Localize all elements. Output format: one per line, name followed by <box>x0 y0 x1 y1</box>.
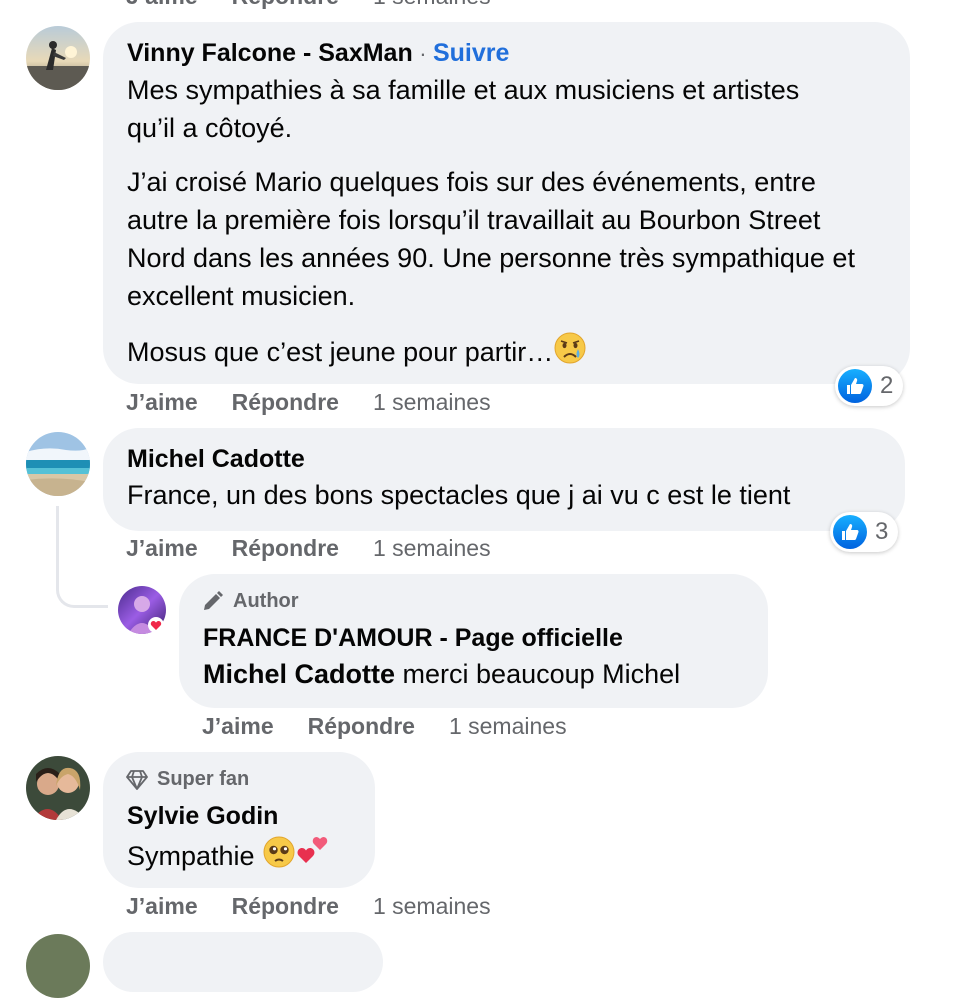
comment-bubble: Super fan Sylvie Godin Sympathie <box>103 752 375 888</box>
comment-author[interactable]: Vinny Falcone - SaxMan <box>127 39 413 67</box>
comment-text: France, un des bons spectacles que j ai … <box>127 480 791 510</box>
reply-link[interactable]: Répondre <box>232 389 339 415</box>
thumbs-up-icon <box>833 515 867 549</box>
comment-paragraph: Mes sympathies à sa famille et aux music… <box>127 75 800 143</box>
crying-face-icon <box>553 331 587 375</box>
like-link[interactable]: J’aime <box>202 713 274 739</box>
comment-actions-partial: J’aime Répondre 1 semaines <box>126 0 491 10</box>
mention-link[interactable]: Michel Cadotte <box>203 659 395 689</box>
follow-link[interactable]: Suivre <box>433 39 509 67</box>
comment-actions: J’aime Répondre 1 semaines <box>126 535 491 562</box>
pencil-icon <box>201 589 225 613</box>
reply-bubble: Author FRANCE D'AMOUR - Page officielle … <box>179 574 768 708</box>
reaction-summary[interactable]: 3 <box>830 512 899 552</box>
reply-link[interactable]: Répondre <box>232 0 339 9</box>
timestamp: 1 semaines <box>372 535 491 561</box>
comment-paragraph: J’ai croisé Mario quelques fois sur des … <box>127 167 855 311</box>
comment-paragraph: Mosus que c’est jeune pour partir… <box>127 337 554 367</box>
comment-bubble: Michel Cadotte France, un des bons spect… <box>103 428 905 531</box>
reaction-count: 3 <box>875 518 889 545</box>
comment-actions: J’aime Répondre 1 semaines <box>126 893 491 920</box>
avatar[interactable] <box>26 756 90 820</box>
two-hearts-icon <box>296 833 330 877</box>
author-badge: Author <box>233 589 299 612</box>
reply-author[interactable]: FRANCE D'AMOUR - Page officielle <box>203 624 623 653</box>
timestamp: 1 semaines <box>373 0 491 9</box>
thread-connector <box>56 506 108 608</box>
like-link[interactable]: J’aime <box>126 893 198 919</box>
reaction-summary[interactable]: 2 <box>835 366 904 406</box>
like-link[interactable]: J’aime <box>126 535 198 561</box>
separator-dot: · <box>419 41 427 66</box>
comment-author[interactable]: Sylvie Godin <box>127 802 278 831</box>
diamond-icon <box>125 769 149 791</box>
comment-bubble: Vinny Falcone - SaxMan · Suivre Mes symp… <box>103 22 910 384</box>
pleading-face-icon <box>262 835 296 879</box>
reply-actions: J’aime Répondre 1 semaines <box>202 713 567 740</box>
reply-link[interactable]: Répondre <box>232 893 339 919</box>
comment-actions: J’aime Répondre 1 semaines <box>126 389 491 416</box>
super-fan-badge: Super fan <box>157 768 250 790</box>
timestamp: 1 semaines <box>448 713 567 739</box>
avatar[interactable] <box>26 26 90 90</box>
like-link[interactable]: J’aime <box>126 0 198 9</box>
avatar[interactable] <box>26 432 90 496</box>
reply-link[interactable]: Répondre <box>308 713 415 739</box>
timestamp: 1 semaines <box>372 893 491 919</box>
like-link[interactable]: J’aime <box>126 389 198 415</box>
verified-heart-icon <box>148 617 164 633</box>
thumbs-up-icon <box>838 369 872 403</box>
avatar[interactable] <box>26 934 90 998</box>
comment-text: Sympathie <box>127 841 263 871</box>
timestamp: 1 semaines <box>372 389 491 415</box>
comment-author[interactable]: Michel Cadotte <box>127 445 305 474</box>
reply-link[interactable]: Répondre <box>232 535 339 561</box>
comment-bubble-partial <box>103 932 383 992</box>
reaction-count: 2 <box>880 372 894 399</box>
reply-text: merci beaucoup Michel <box>395 659 681 689</box>
